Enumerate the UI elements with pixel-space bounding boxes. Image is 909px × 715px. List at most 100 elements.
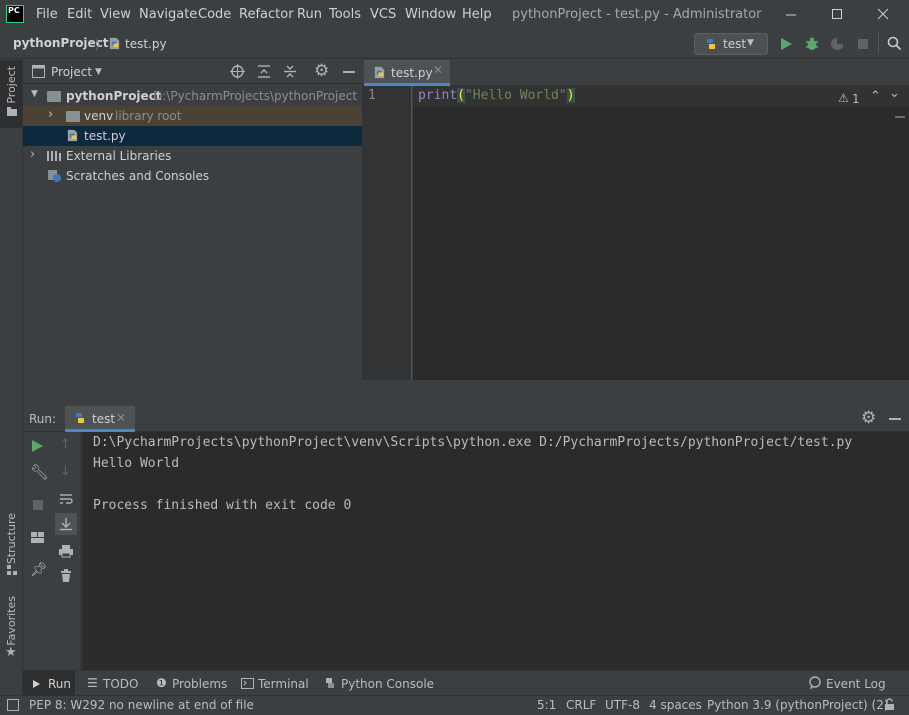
bottom-tab-python-console[interactable]: Python Console bbox=[341, 677, 434, 691]
menu-refactor[interactable]: Refactor bbox=[239, 7, 294, 22]
code-string: "Hello World" bbox=[464, 88, 567, 103]
project-panel-title[interactable]: Project bbox=[51, 65, 92, 79]
python-config-icon bbox=[76, 413, 84, 423]
structure-icon bbox=[7, 565, 17, 575]
run-console[interactable] bbox=[82, 432, 909, 670]
maximize-icon bbox=[832, 9, 842, 19]
menu-code[interactable]: Code bbox=[198, 7, 231, 22]
gear-icon[interactable]: ⚙ bbox=[314, 61, 329, 81]
search-icon[interactable] bbox=[887, 36, 902, 51]
run-tab-label: test bbox=[92, 412, 116, 426]
rerun-icon[interactable] bbox=[31, 439, 44, 453]
menu-window[interactable]: Window bbox=[405, 7, 456, 22]
run-panel-title: Run: bbox=[29, 412, 57, 426]
python-file-icon bbox=[109, 37, 120, 50]
close-icon[interactable]: ✕ bbox=[433, 63, 443, 77]
editor-tab-label: test.py bbox=[391, 66, 433, 80]
bottom-tab-run-label: Run bbox=[48, 677, 72, 691]
status-interpreter[interactable]: Python 3.9 (pythonProject) (2) bbox=[707, 698, 889, 712]
terminal-icon bbox=[241, 678, 254, 689]
bottom-tab-todo[interactable]: TODO bbox=[103, 677, 138, 691]
print-icon[interactable] bbox=[58, 544, 74, 558]
lock-icon[interactable] bbox=[884, 698, 897, 711]
maximize-button[interactable] bbox=[822, 4, 852, 26]
chevron-down-icon[interactable]: ⌄ bbox=[889, 86, 900, 101]
bottom-tab-problems[interactable]: Problems bbox=[172, 677, 227, 691]
close-window-button[interactable] bbox=[868, 4, 898, 26]
pycharm-logo: PC bbox=[6, 5, 24, 23]
warning-icon[interactable]: ⚠ bbox=[838, 91, 849, 105]
error-stripe-marker[interactable] bbox=[895, 116, 905, 118]
trash-icon[interactable] bbox=[60, 569, 72, 583]
breadcrumb-file[interactable]: test.py bbox=[125, 37, 167, 51]
chevron-down-icon[interactable]: ▼ bbox=[31, 89, 38, 99]
tree-item-label: test.py bbox=[84, 129, 126, 143]
tree-item-label: pythonProject bbox=[66, 89, 162, 103]
expand-all-icon[interactable] bbox=[257, 64, 271, 79]
status-encoding[interactable]: UTF-8 bbox=[605, 698, 640, 712]
locate-file-icon[interactable] bbox=[230, 64, 245, 79]
stripe-tab-structure[interactable]: Structure bbox=[5, 513, 18, 564]
project-view-icon bbox=[32, 65, 45, 78]
chevron-right-icon[interactable]: › bbox=[48, 107, 53, 122]
chevron-up-icon[interactable]: ⌃ bbox=[870, 89, 881, 104]
status-indent[interactable]: 4 spaces bbox=[649, 698, 702, 712]
wrench-icon[interactable]: 🔧︎ bbox=[30, 463, 49, 481]
breadcrumb-separator-icon: 〉 bbox=[95, 38, 108, 52]
menu-navigate[interactable]: Navigate bbox=[139, 7, 197, 22]
menu-file[interactable]: File bbox=[36, 7, 58, 22]
code-function: print bbox=[418, 88, 458, 103]
console-line: Hello World bbox=[93, 456, 180, 471]
chevron-down-icon[interactable]: ▼ bbox=[95, 67, 102, 77]
run-with-coverage-icon[interactable] bbox=[830, 37, 845, 52]
tree-item-label: venv bbox=[84, 109, 114, 123]
stop-icon[interactable] bbox=[32, 499, 44, 511]
debug-icon[interactable] bbox=[804, 36, 820, 52]
star-icon: ★ bbox=[5, 645, 17, 660]
run-configuration-label: test bbox=[723, 37, 747, 51]
soft-wrap-icon[interactable] bbox=[59, 492, 73, 506]
event-log-icon bbox=[809, 676, 821, 689]
code-editor[interactable] bbox=[413, 86, 909, 380]
close-icon[interactable]: ✕ bbox=[116, 411, 126, 425]
event-log-button[interactable]: Event Log bbox=[826, 677, 886, 691]
stripe-label-project: Project bbox=[5, 66, 18, 104]
hide-panel-icon[interactable] bbox=[343, 71, 355, 73]
status-message[interactable]: PEP 8: W292 no newline at end of file bbox=[29, 698, 254, 712]
line-number: 1 bbox=[368, 88, 376, 103]
toggle-tool-windows-icon[interactable] bbox=[7, 699, 19, 711]
menu-vcs[interactable]: VCS bbox=[370, 7, 396, 22]
bottom-tab-terminal[interactable]: Terminal bbox=[258, 677, 309, 691]
console-line: D:\PycharmProjects\pythonProject\venv\Sc… bbox=[93, 435, 853, 450]
arrow-down-icon[interactable]: ↓ bbox=[60, 464, 71, 479]
menu-tools[interactable]: Tools bbox=[329, 7, 361, 22]
list-icon: ☰ bbox=[87, 676, 98, 690]
tree-item-hint: D:\PycharmProjects\pythonProject bbox=[153, 89, 358, 103]
collapse-all-icon[interactable] bbox=[283, 64, 297, 79]
layout-icon[interactable] bbox=[30, 531, 45, 544]
menu-run[interactable]: Run bbox=[297, 7, 322, 22]
folder-icon bbox=[7, 107, 17, 116]
pin-icon[interactable]: 📌︎ bbox=[30, 562, 48, 578]
gear-icon[interactable]: ⚙ bbox=[861, 408, 876, 428]
python-console-icon bbox=[326, 678, 334, 688]
stop-icon[interactable] bbox=[857, 38, 869, 50]
menu-view[interactable]: View bbox=[100, 7, 131, 22]
status-line-ending[interactable]: CRLF bbox=[566, 698, 596, 712]
warning-count: 1 bbox=[852, 92, 860, 106]
run-icon[interactable] bbox=[780, 37, 793, 51]
chevron-down-icon: ▼ bbox=[747, 38, 754, 48]
hide-panel-icon[interactable] bbox=[889, 418, 901, 420]
panel-splitter[interactable] bbox=[23, 380, 909, 406]
chevron-right-icon[interactable]: › bbox=[30, 147, 35, 162]
code-line[interactable]: print("Hello World") bbox=[418, 88, 575, 103]
menu-help[interactable]: Help bbox=[462, 7, 492, 22]
run-panel-header bbox=[23, 406, 909, 432]
stripe-tab-favorites[interactable]: Favorites bbox=[5, 596, 18, 646]
arrow-up-icon[interactable]: ↑ bbox=[60, 437, 71, 452]
menu-edit[interactable]: Edit bbox=[67, 7, 92, 22]
status-caret-position[interactable]: 5:1 bbox=[537, 698, 556, 712]
run-icon bbox=[33, 680, 40, 688]
scroll-to-end-icon bbox=[60, 518, 72, 531]
minimize-button[interactable] bbox=[776, 4, 806, 26]
